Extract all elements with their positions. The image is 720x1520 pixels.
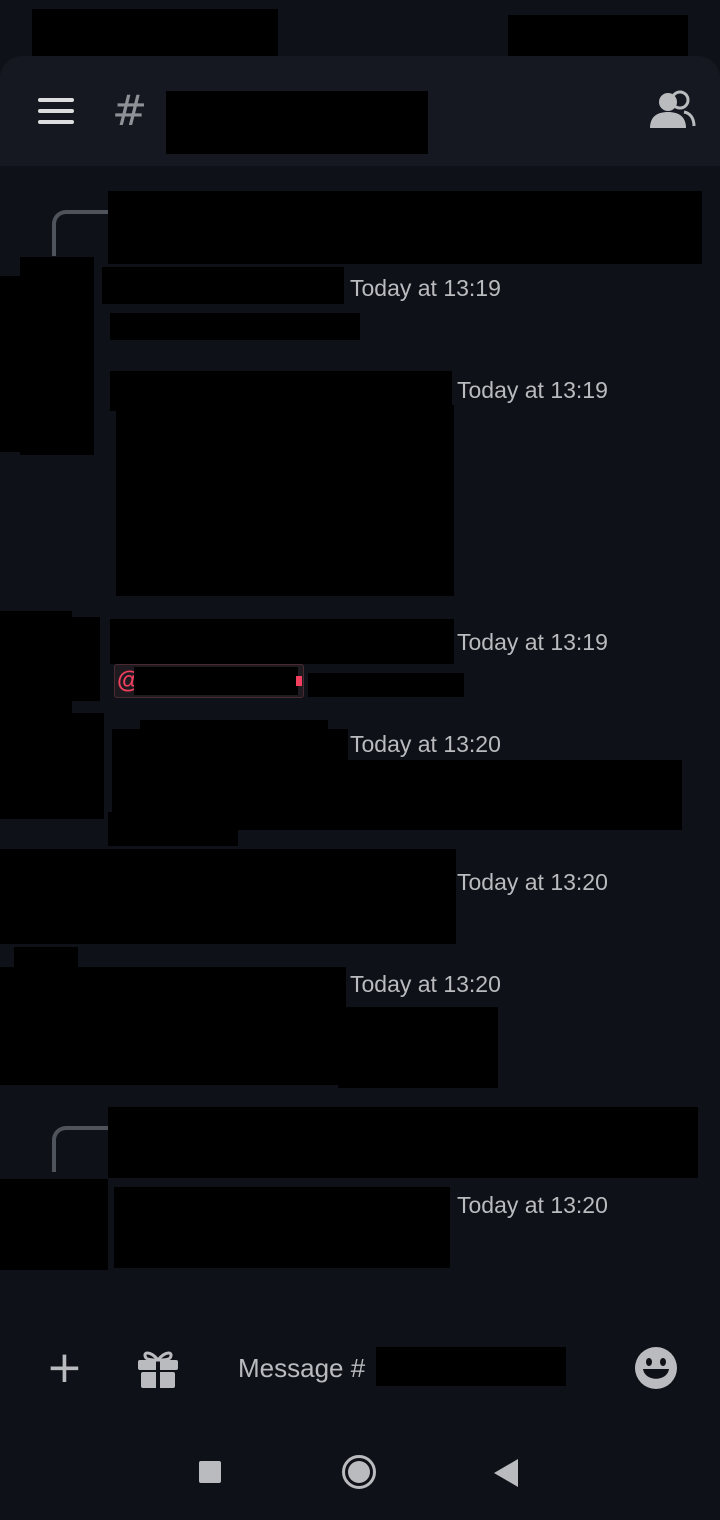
gift-icon[interactable] xyxy=(136,1346,180,1390)
message-text-redacted xyxy=(308,673,464,697)
triangle-icon[interactable] xyxy=(494,1459,518,1487)
members-icon[interactable] xyxy=(648,90,696,132)
message-timestamp: Today at 13:20 xyxy=(457,1192,608,1218)
message-timestamp: Today at 13:20 xyxy=(350,731,501,757)
channel-name-redacted xyxy=(166,91,428,154)
message-text-redacted xyxy=(108,812,238,846)
username-redacted[interactable] xyxy=(110,619,454,664)
message-text-redacted xyxy=(110,313,360,340)
message-timestamp: Today at 13:19 xyxy=(457,377,608,403)
message-timestamp: Today at 13:20 xyxy=(457,869,608,895)
channel-hash-icon: # xyxy=(112,86,148,135)
message-timestamp: Today at 13:20 xyxy=(350,971,501,997)
reply-preview-redacted[interactable] xyxy=(108,1107,698,1178)
mention-name-redacted xyxy=(134,667,298,695)
message-block-redacted[interactable] xyxy=(0,849,456,944)
avatar-redacted[interactable] xyxy=(20,257,94,455)
message-image-redacted[interactable] xyxy=(116,405,454,596)
reply-connector xyxy=(52,1126,108,1172)
message-timestamp: Today at 13:19 xyxy=(457,629,608,655)
message-block-redacted[interactable] xyxy=(0,967,346,1085)
reply-connector xyxy=(52,210,108,256)
circle-icon[interactable] xyxy=(341,1454,377,1490)
hamburger-icon[interactable] xyxy=(38,98,74,126)
add-attachment-button[interactable]: + xyxy=(46,1346,83,1390)
status-bar-left-redacted xyxy=(32,9,278,57)
reply-preview-redacted[interactable] xyxy=(108,191,702,264)
message-block-redacted[interactable] xyxy=(114,1187,450,1268)
avatar-redacted[interactable] xyxy=(0,617,100,701)
message-text-redacted xyxy=(338,1007,498,1088)
username-redacted[interactable] xyxy=(102,267,344,304)
message-timestamp: Today at 13:19 xyxy=(350,275,501,301)
avatar-redacted[interactable] xyxy=(14,947,78,969)
avatar-redacted[interactable] xyxy=(0,1179,108,1270)
square-icon[interactable] xyxy=(199,1461,221,1483)
emoji-icon[interactable] xyxy=(634,1346,678,1390)
message-input[interactable]: Message # xyxy=(238,1353,365,1384)
status-bar-right-redacted xyxy=(508,15,688,59)
username-redacted[interactable] xyxy=(112,729,348,764)
mention-edge xyxy=(296,676,302,686)
channel-name-redacted xyxy=(376,1347,566,1386)
avatar-redacted[interactable] xyxy=(0,713,104,819)
